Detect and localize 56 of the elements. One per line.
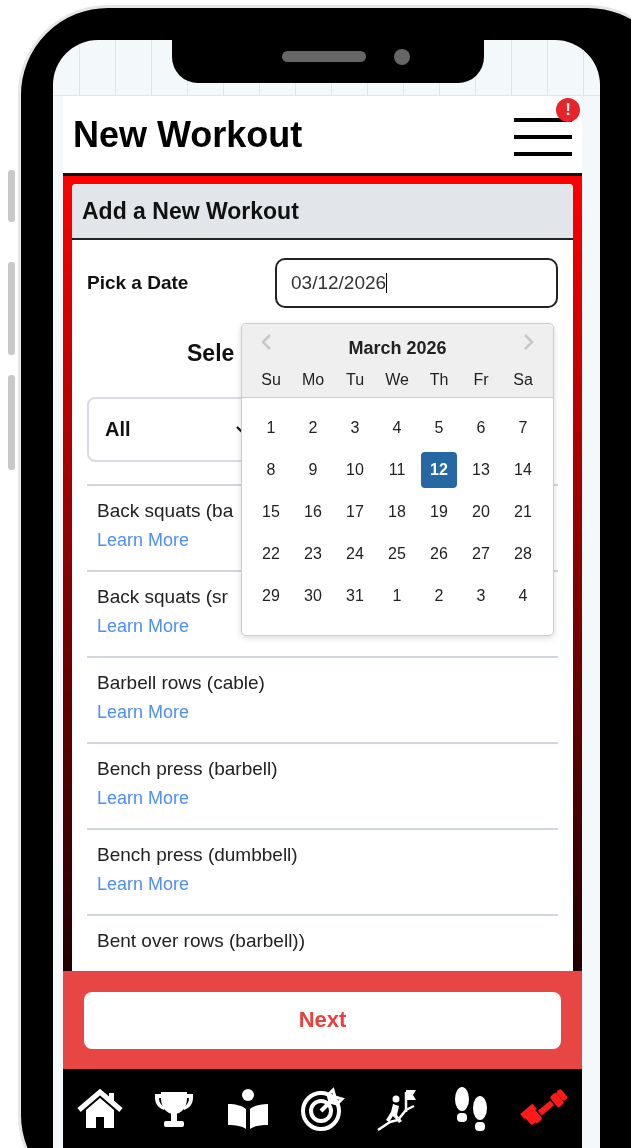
camera [394,49,410,65]
calendar-day[interactable]: 15 [253,494,289,530]
calendar-day[interactable]: 2 [421,578,457,614]
weekday-label: Tu [344,371,366,389]
exercise-name: Bent over rows (barbell)) [97,930,306,952]
weekday-label: Mo [300,371,326,389]
calendar-day[interactable]: 12 [421,452,457,488]
month-title: March 2026 [348,338,447,359]
calendar-day[interactable]: 2 [295,410,331,446]
calendar-day[interactable]: 24 [337,536,373,572]
exercise-name: Bench press (barbell) [97,758,278,780]
calendar-day[interactable]: 30 [295,578,331,614]
calendar-day[interactable]: 17 [337,494,373,530]
calendar-day[interactable]: 23 [295,536,331,572]
next-button[interactable]: Next [84,991,561,1049]
menu-button[interactable]: ! [514,97,580,160]
calendar-day[interactable]: 22 [253,536,289,572]
weekday-label: Th [428,371,450,389]
calendar-day[interactable]: 19 [421,494,457,530]
calendar-day[interactable]: 1 [379,578,415,614]
alert-badge: ! [556,97,580,122]
calendar-day[interactable]: 18 [379,494,415,530]
calendar-day[interactable]: 10 [337,452,373,488]
section-heading: Sele [187,340,236,367]
weekday-label: Fr [472,371,490,389]
date-field[interactable]: 03/12/2026 [275,258,558,308]
calendar-day[interactable]: 20 [463,494,499,530]
weekday-label: We [384,371,410,389]
calendar-day[interactable]: 9 [295,452,331,488]
exercise-name: Back squats (sr [97,586,228,608]
calendar-day[interactable]: 7 [505,410,541,446]
calendar-day[interactable]: 3 [463,578,499,614]
exercise-name: Back squats (ba [97,500,234,522]
calendar-day[interactable]: 16 [295,494,331,530]
calendar-day[interactable]: 26 [421,536,457,572]
calendar-day[interactable]: 28 [505,536,541,572]
calendar-day[interactable]: 14 [505,452,541,488]
weekday-label: Sa [512,371,534,389]
calendar-day[interactable]: 6 [463,410,499,446]
calendar-day[interactable]: 5 [421,410,457,446]
card-title: Add a New Workout [82,197,299,225]
calendar-day[interactable]: 4 [505,578,541,614]
calendar-day[interactable]: 13 [463,452,499,488]
calendar-day[interactable]: 29 [253,578,289,614]
calendar-day[interactable]: 4 [379,410,415,446]
page-title: New Workout [73,113,303,156]
calendar-day[interactable]: 3 [337,410,373,446]
calendar-day[interactable]: 11 [379,452,415,488]
calendar-day[interactable]: 21 [505,494,541,530]
weekday-label: Su [260,371,282,389]
date-label: Pick a Date [87,272,189,294]
calendar-day[interactable]: 31 [337,578,373,614]
calendar-day[interactable]: 27 [463,536,499,572]
calendar-day[interactable]: 25 [379,536,415,572]
exercise-name: Barbell rows (cable) [97,672,265,694]
exercise-name: Bench press (dumbbell) [97,844,298,866]
